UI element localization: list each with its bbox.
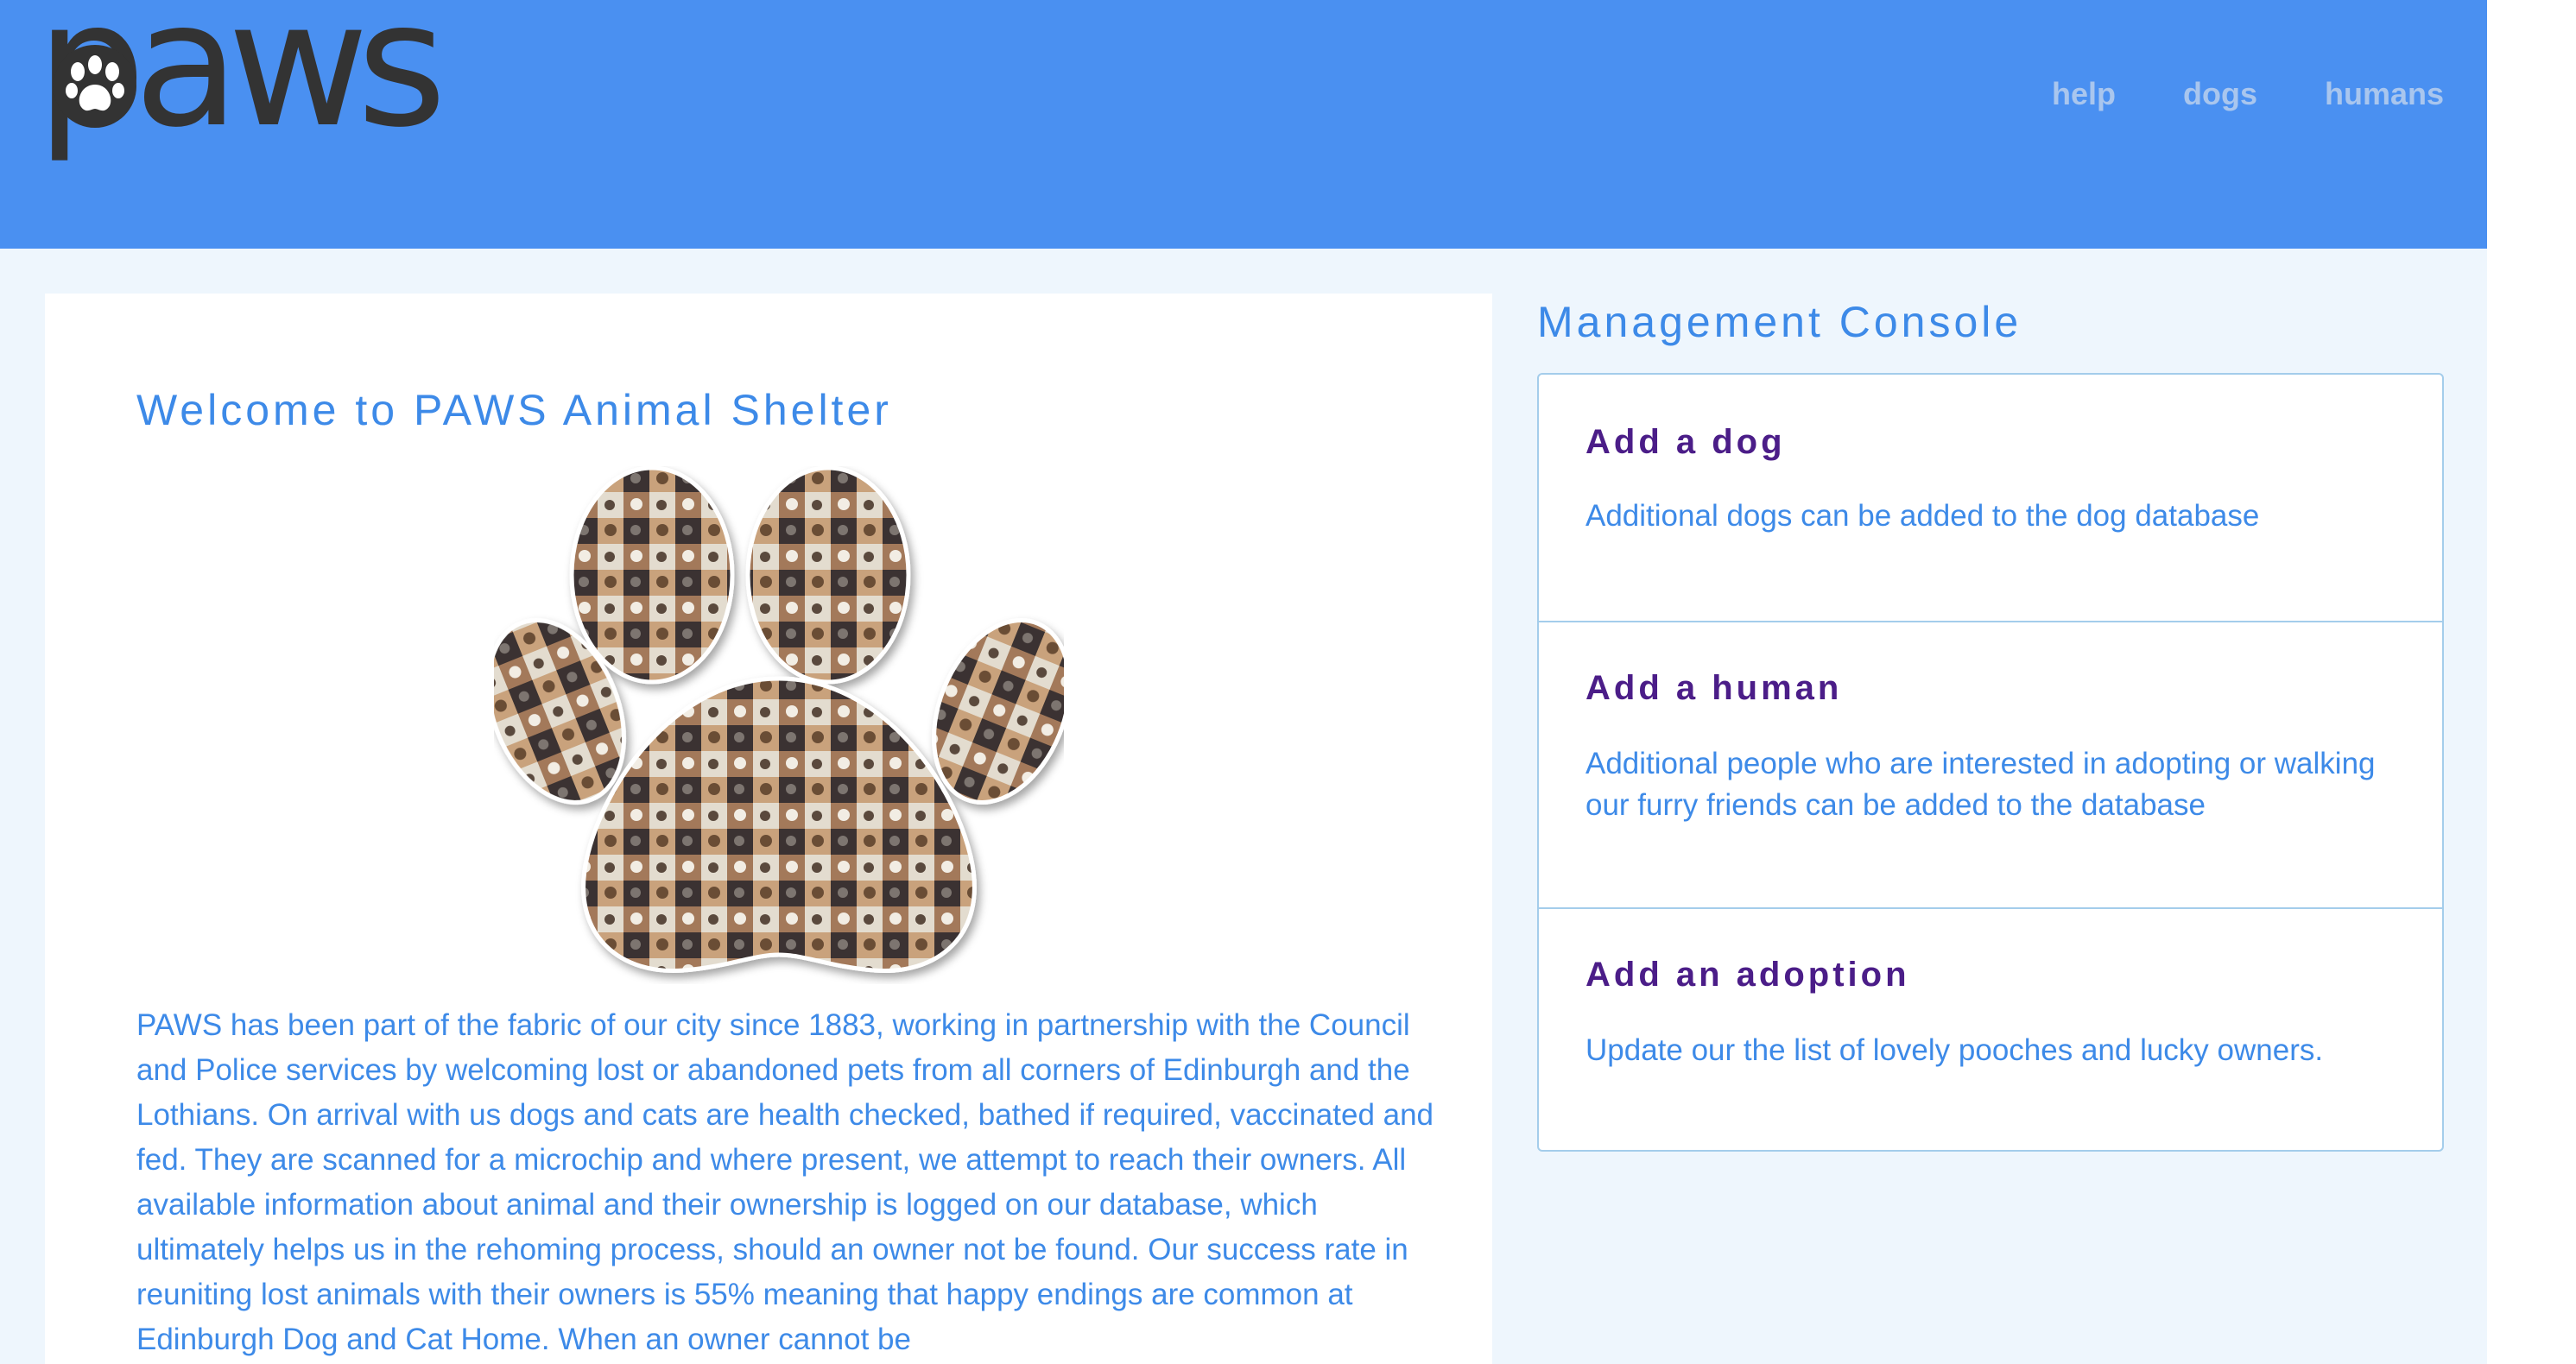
add-adoption-item[interactable]: Add an adoption Update our the list of l… — [1539, 909, 2442, 1150]
add-adoption-description: Update our the list of lovely pooches an… — [1585, 1033, 2324, 1067]
page: paws help dogs humans Welcome to PAWS An… — [0, 0, 2487, 1364]
welcome-card: Welcome to PAWS Animal Shelter PAWS has … — [45, 294, 1492, 1364]
paw-logo-icon — [54, 45, 136, 128]
nav-link-humans[interactable]: humans — [2325, 76, 2444, 112]
nav-link-help[interactable]: help — [2052, 76, 2116, 112]
console-title: Management Console — [1537, 298, 2022, 346]
welcome-title: Welcome to PAWS Animal Shelter — [136, 386, 892, 434]
management-console: Add a dog Additional dogs can be added t… — [1537, 373, 2444, 1152]
site-header: paws help dogs humans — [0, 0, 2487, 249]
window-margin — [2487, 0, 2576, 1364]
paw-photo-collage — [494, 466, 1064, 974]
add-dog-description: Additional dogs can be added to the dog … — [1585, 499, 2260, 533]
main-nav: help dogs humans — [2052, 76, 2444, 112]
add-human-description: Additional people who are interested in … — [1585, 747, 2376, 822]
add-human-item[interactable]: Add a human Additional people who are in… — [1539, 622, 2442, 909]
add-human-title[interactable]: Add a human — [1585, 669, 1842, 708]
add-dog-item[interactable]: Add a dog Additional dogs can be added t… — [1539, 375, 2442, 622]
add-dog-title[interactable]: Add a dog — [1585, 423, 1786, 462]
intro-paragraph: PAWS has been part of the fabric of our … — [136, 1008, 1434, 1356]
paws-logo[interactable]: paws — [36, 0, 446, 199]
nav-link-dogs[interactable]: dogs — [2183, 76, 2257, 112]
add-adoption-title[interactable]: Add an adoption — [1585, 956, 1910, 995]
